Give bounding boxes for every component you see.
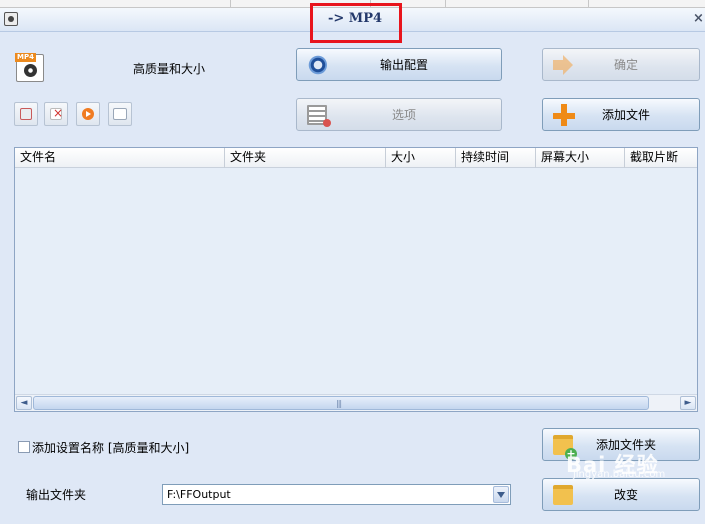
ok-label: 确定 (613, 58, 638, 72)
add-file-button[interactable]: 添加文件 (542, 98, 700, 131)
arrow-right-icon (553, 55, 573, 75)
app-icon[interactable] (4, 12, 18, 26)
remove-button[interactable] (44, 102, 68, 126)
quality-label: 高质量和大小 (133, 62, 206, 76)
output-config-button[interactable]: 输出配置 (296, 48, 502, 81)
output-config-label: 输出配置 (379, 58, 428, 72)
scrollbar-grip: ||| (336, 399, 342, 408)
ok-button[interactable]: 确定 (542, 48, 700, 81)
file-list-header: 文件名 文件夹 大小 持续时间 屏幕大小 截取片断 (15, 148, 697, 168)
title-highlight-box (310, 3, 402, 43)
close-icon[interactable]: × (693, 11, 704, 26)
film-icon (307, 105, 331, 127)
clear-icon (20, 108, 32, 120)
gear-icon (307, 55, 327, 75)
column-header-clip[interactable]: 截取片断 (625, 148, 697, 168)
add-setting-name-label: 添加设置名称 [高质量和大小] (32, 441, 190, 455)
info-button[interactable] (108, 102, 132, 126)
clear-list-button[interactable] (14, 102, 38, 126)
plus-icon (553, 104, 575, 126)
column-header-folder[interactable]: 文件夹 (225, 148, 386, 168)
horizontal-scrollbar[interactable]: ◄ ||| ► (15, 394, 697, 411)
chevron-down-icon[interactable] (493, 486, 509, 503)
output-folder-label: 输出文件夹 (26, 488, 87, 502)
folder-icon (553, 485, 573, 505)
play-icon (82, 108, 94, 120)
output-folder-select[interactable]: F:\FFOutput (162, 484, 511, 505)
change-label: 改变 (613, 488, 638, 502)
watermark-sub: jingyan.baidu.com (573, 469, 666, 480)
column-header-duration[interactable]: 持续时间 (456, 148, 536, 168)
column-header-screen-size[interactable]: 屏幕大小 (536, 148, 625, 168)
options-label: 选项 (391, 108, 416, 122)
play-button[interactable] (76, 102, 100, 126)
scrollbar-thumb[interactable]: ||| (33, 396, 649, 410)
file-list[interactable]: 文件名 文件夹 大小 持续时间 屏幕大小 截取片断 ◄ ||| ► (14, 147, 698, 412)
column-header-size[interactable]: 大小 (386, 148, 456, 168)
format-tag: MP4 (15, 53, 36, 62)
add-file-label: 添加文件 (601, 108, 650, 122)
info-icon (113, 108, 127, 120)
delete-icon (50, 106, 63, 120)
scroll-right-icon[interactable]: ► (680, 396, 696, 410)
change-button[interactable]: 改变 (542, 478, 700, 511)
scroll-left-icon[interactable]: ◄ (16, 396, 32, 410)
options-button[interactable]: 选项 (296, 98, 502, 131)
mp4-format-icon: MP4 (15, 53, 44, 82)
add-setting-name-checkbox[interactable] (18, 441, 30, 453)
column-header-filename[interactable]: 文件名 (15, 148, 225, 168)
output-folder-value: F:\FFOutput (167, 488, 231, 501)
